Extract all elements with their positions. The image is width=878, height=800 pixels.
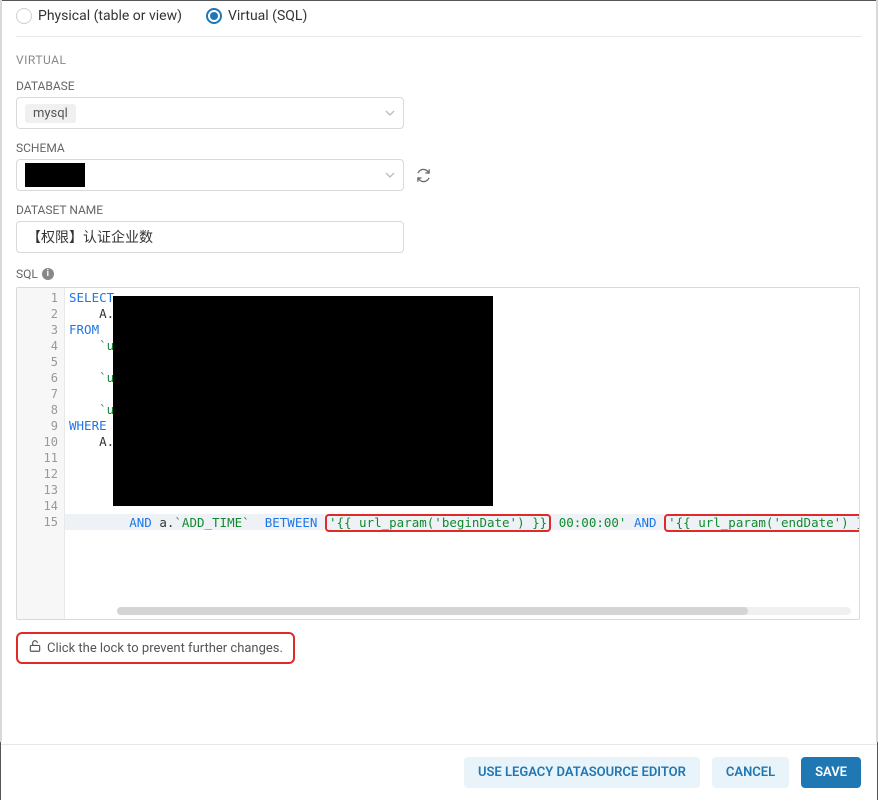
radio-checked-icon <box>206 8 222 24</box>
schema-value-redacted <box>25 163 85 187</box>
radio-physical-label: Physical (table or view) <box>38 8 182 24</box>
refresh-icon[interactable] <box>416 168 431 183</box>
database-tag: mysql <box>25 104 76 123</box>
sql-gutter: 123 456 789 101112 131415 <box>17 288 65 619</box>
lock-toggle[interactable]: Click the lock to prevent further change… <box>16 632 295 664</box>
use-legacy-editor-button[interactable]: USE LEGACY DATASOURCE EDITOR <box>464 757 700 788</box>
chevron-down-icon <box>385 170 395 180</box>
sql-line-15: AND a.`ADD_TIME` BETWEEN '{{ url_param('… <box>65 514 859 530</box>
save-button[interactable]: SAVE <box>801 757 861 788</box>
param-begin-date-highlight: '{{ url_param('beginDate') }} <box>325 514 551 532</box>
sql-code[interactable]: SELECT A. FROM `us `us `us WHERE A. AND … <box>65 288 859 619</box>
database-label: DATABASE <box>16 79 862 93</box>
dataset-name-value: 【权限】认证企业数 <box>27 227 153 247</box>
chevron-down-icon <box>385 108 395 118</box>
section-header-virtual: VIRTUAL <box>16 53 862 67</box>
dataset-name-label: DATASET NAME <box>16 203 862 217</box>
radio-unchecked-icon <box>16 8 32 24</box>
sql-redacted-overlay <box>113 296 493 506</box>
schema-label: SCHEMA <box>16 141 862 155</box>
sql-editor[interactable]: 123 456 789 101112 131415 SELECT A. FROM… <box>16 287 860 620</box>
lock-open-icon <box>28 639 42 657</box>
radio-physical[interactable]: Physical (table or view) <box>16 8 182 24</box>
schema-select[interactable] <box>16 159 404 191</box>
horizontal-scrollbar[interactable] <box>117 607 851 615</box>
sql-label: SQL <box>16 267 38 281</box>
param-end-date-highlight: '{{ url_param('endDate') }} <box>664 514 859 532</box>
database-select[interactable]: mysql <box>16 97 404 129</box>
info-icon[interactable]: i <box>42 268 54 280</box>
cancel-button[interactable]: CANCEL <box>712 757 789 788</box>
radio-virtual[interactable]: Virtual (SQL) <box>206 8 307 24</box>
radio-virtual-label: Virtual (SQL) <box>228 8 307 24</box>
lock-message: Click the lock to prevent further change… <box>47 641 283 656</box>
dataset-name-input[interactable]: 【权限】认证企业数 <box>16 221 404 253</box>
footer: USE LEGACY DATASOURCE EDITOR CANCEL SAVE <box>1 744 877 800</box>
dataset-type-radio-group: Physical (table or view) Virtual (SQL) <box>16 4 862 37</box>
